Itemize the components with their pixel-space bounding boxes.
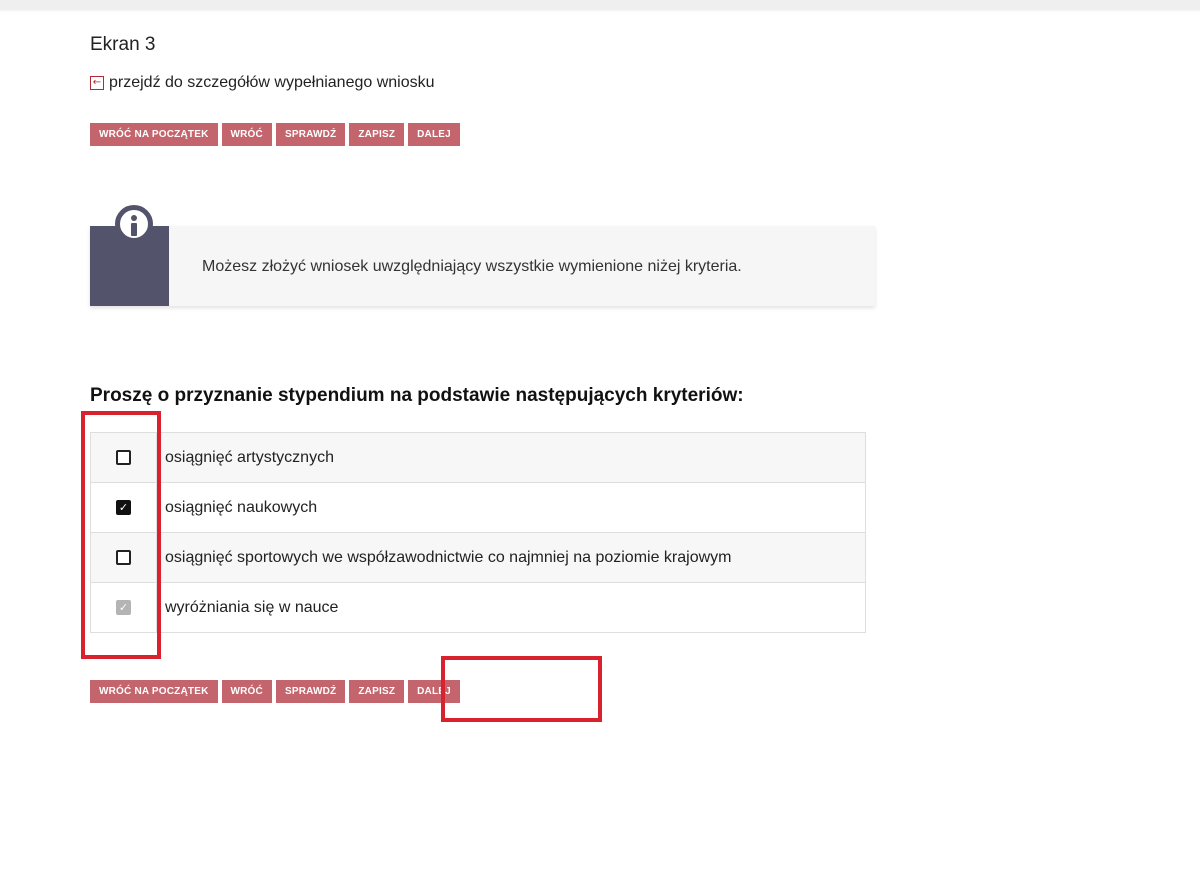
page-title: Ekran 3	[90, 34, 156, 55]
checkbox-cell	[91, 533, 157, 582]
criteria-checkbox-artistic[interactable]	[116, 450, 131, 465]
criteria-row: ✓ wyróżniania się w nauce	[91, 583, 865, 633]
back-button[interactable]: WRÓĆ	[221, 123, 272, 146]
next-button[interactable]: DALEJ	[408, 123, 460, 146]
back-to-application-details-link[interactable]: ← przejdź do szczegółów wypełnianego wni…	[90, 74, 435, 92]
next-button[interactable]: DALEJ	[408, 680, 460, 703]
nav-buttons-top: WRÓĆ NA POCZĄTEK WRÓĆ SPRAWDŹ ZAPISZ DAL…	[90, 123, 460, 146]
criteria-checkbox-scientific[interactable]: ✓	[116, 500, 131, 515]
back-link-label: przejdź do szczegółów wypełnianego wnios…	[109, 74, 435, 91]
nav-buttons-bottom: WRÓĆ NA POCZĄTEK WRÓĆ SPRAWDŹ ZAPISZ DAL…	[90, 680, 460, 703]
top-bar	[0, 0, 1200, 10]
checkbox-cell	[91, 433, 157, 482]
save-button[interactable]: ZAPISZ	[349, 123, 405, 146]
save-button[interactable]: ZAPISZ	[349, 680, 405, 703]
criteria-label: osiągnięć sportowych we współzawodnictwi…	[165, 548, 732, 566]
checkbox-cell: ✓	[91, 483, 157, 532]
criteria-heading: Proszę o przyznanie stypendium na podsta…	[90, 385, 744, 406]
criteria-row: osiągnięć artystycznych	[91, 433, 865, 483]
back-button[interactable]: WRÓĆ	[221, 680, 272, 703]
info-icon	[115, 205, 153, 243]
check-button[interactable]: SPRAWDŹ	[275, 123, 346, 146]
criteria-label: wyróżniania się w nauce	[165, 598, 339, 616]
arrow-left-box-icon: ←	[90, 76, 104, 90]
criteria-label: osiągnięć artystycznych	[165, 448, 334, 466]
check-button[interactable]: SPRAWDŹ	[275, 680, 346, 703]
criteria-row: ✓ osiągnięć naukowych	[91, 483, 865, 533]
info-message-text: Możesz złożyć wniosek uwzględniający wsz…	[202, 258, 742, 275]
checkbox-cell: ✓	[91, 583, 157, 632]
criteria-checkbox-academic-distinction: ✓	[116, 600, 131, 615]
criteria-row: osiągnięć sportowych we współzawodnictwi…	[91, 533, 865, 583]
criteria-table: osiągnięć artystycznych ✓ osiągnięć nauk…	[90, 432, 866, 633]
criteria-label: osiągnięć naukowych	[165, 498, 318, 516]
back-to-start-button[interactable]: WRÓĆ NA POCZĄTEK	[90, 680, 218, 703]
criteria-checkbox-sports[interactable]	[116, 550, 131, 565]
back-to-start-button[interactable]: WRÓĆ NA POCZĄTEK	[90, 123, 218, 146]
annotation-highlight-next-button	[441, 656, 602, 722]
